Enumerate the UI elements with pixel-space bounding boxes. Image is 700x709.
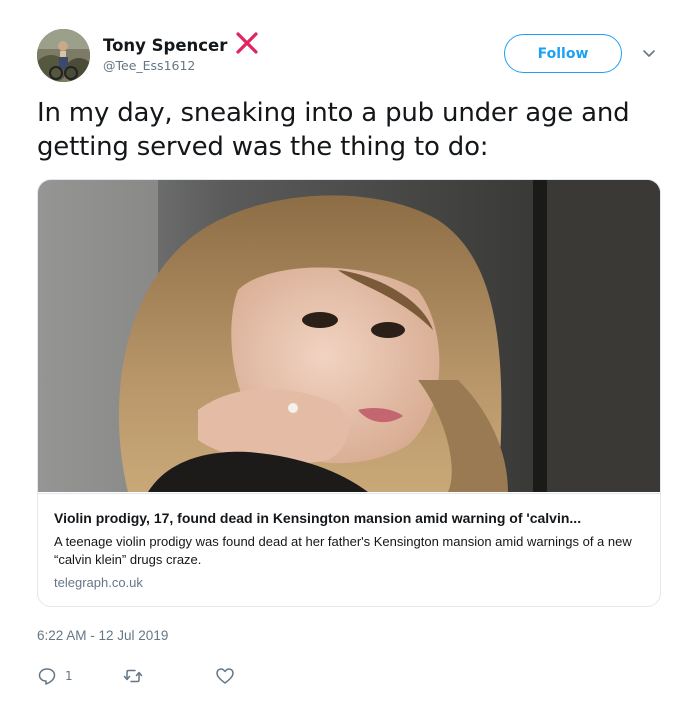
- follow-button[interactable]: Follow: [504, 34, 622, 73]
- tweet-text: In my day, sneaking into a pub under age…: [37, 98, 630, 162]
- reply-icon: [38, 668, 56, 685]
- card-description: A teenage violin prodigy was found dead …: [54, 534, 632, 567]
- avatar[interactable]: [37, 29, 90, 82]
- chevron-down-icon[interactable]: [639, 43, 659, 63]
- retweet-button[interactable]: [123, 665, 143, 687]
- timestamp[interactable]: 6:22 AM - 12 Jul 2019: [37, 628, 168, 643]
- red-x-icon: [236, 32, 258, 54]
- card-body[interactable]: Violin prodigy, 17, found dead in Kensin…: [38, 493, 660, 606]
- link-card[interactable]: Violin prodigy, 17, found dead in Kensin…: [37, 179, 661, 607]
- article-photo[interactable]: [38, 180, 661, 492]
- user-info[interactable]: Tony Spencer @Tee_Ess1612: [103, 32, 260, 73]
- retweet-icon: [123, 669, 143, 683]
- user-handle[interactable]: @Tee_Ess1612: [103, 58, 260, 73]
- avatar-photo: [37, 29, 90, 82]
- reply-button[interactable]: 1: [37, 665, 73, 687]
- like-button[interactable]: [215, 665, 235, 687]
- card-domain: telegraph.co.uk: [54, 575, 143, 590]
- tweet-actions: 1: [37, 665, 337, 689]
- reply-count: 1: [65, 669, 73, 683]
- tweet-header: Tony Spencer @Tee_Ess1612 Follow: [37, 29, 663, 85]
- display-name[interactable]: Tony Spencer: [103, 36, 227, 55]
- card-title[interactable]: Violin prodigy, 17, found dead in Kensin…: [54, 509, 646, 527]
- tweet: Tony Spencer @Tee_Ess1612 Follow In my d…: [0, 0, 700, 709]
- heart-icon: [216, 668, 234, 684]
